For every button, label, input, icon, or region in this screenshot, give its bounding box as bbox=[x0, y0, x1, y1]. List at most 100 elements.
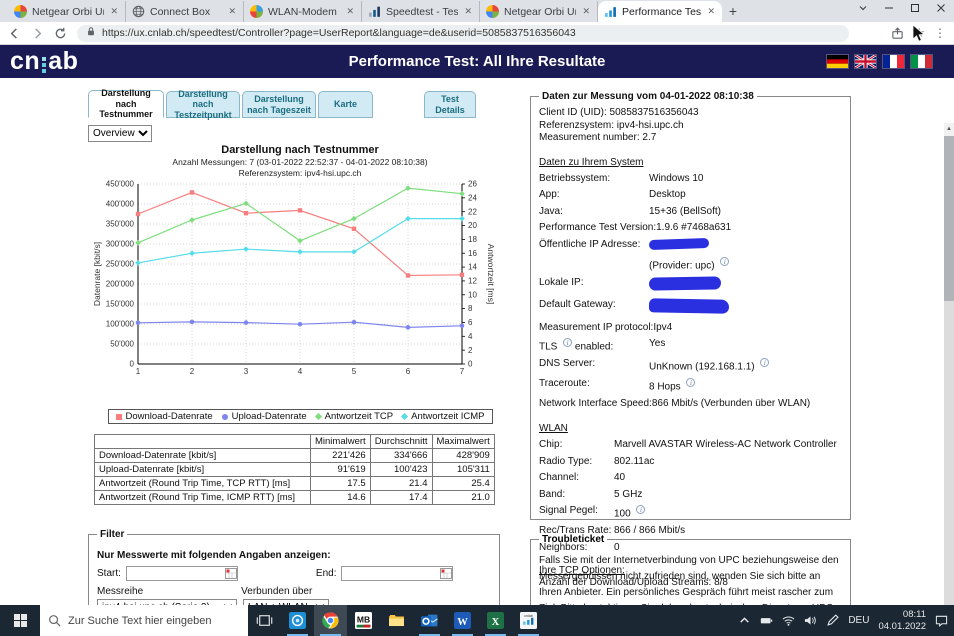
detail-row: TLS i enabled:Yes bbox=[539, 338, 842, 353]
forward-icon[interactable] bbox=[31, 27, 44, 40]
detail-value: 100 i bbox=[614, 505, 645, 520]
tab-test-details[interactable]: Test Details bbox=[424, 91, 476, 118]
wifi-icon[interactable] bbox=[782, 614, 795, 627]
detail-label: Measurement IP protocol: bbox=[539, 322, 653, 334]
svg-text:0: 0 bbox=[468, 360, 473, 369]
share-icon[interactable] bbox=[891, 27, 904, 40]
svg-text:8: 8 bbox=[468, 304, 473, 313]
lock-icon[interactable] bbox=[86, 24, 96, 42]
client-id: Client ID (UID): 5085837516356043 bbox=[539, 107, 842, 119]
maximize-button[interactable] bbox=[902, 0, 928, 22]
tab-close-icon[interactable]: ✕ bbox=[345, 6, 355, 17]
tab-search-chevron-icon[interactable] bbox=[850, 0, 876, 22]
chrome-taskbar-icon[interactable] bbox=[314, 605, 347, 636]
svg-text:5: 5 bbox=[352, 367, 357, 376]
start-button[interactable] bbox=[0, 605, 40, 636]
detail-row: DNS Server:UnKnown (192.168.1.1) i bbox=[539, 358, 842, 373]
new-tab-button[interactable]: + bbox=[722, 1, 744, 22]
tray-chevron-icon[interactable] bbox=[738, 614, 751, 627]
calendar-icon[interactable] bbox=[440, 568, 452, 579]
legend-item: Antwortzeit ICMP bbox=[402, 411, 484, 422]
browser-tab[interactable]: Connect Box✕ bbox=[126, 1, 244, 22]
scrollbar-thumb[interactable] bbox=[944, 136, 954, 301]
detail-label: Öffentliche IP Adresse: bbox=[539, 239, 649, 253]
tab-close-icon[interactable]: ✕ bbox=[706, 6, 716, 17]
reload-icon[interactable] bbox=[54, 27, 67, 40]
battery-icon[interactable] bbox=[760, 614, 773, 627]
french-flag-icon[interactable] bbox=[883, 55, 904, 68]
tab-close-icon[interactable]: ✕ bbox=[109, 6, 119, 17]
tab-darstellung-nach-testnummer[interactable]: Darstellung nach Testnummer bbox=[88, 90, 164, 118]
globe-icon bbox=[132, 5, 145, 18]
task-view-taskbar-icon[interactable] bbox=[248, 605, 281, 636]
windows-taskbar: Zur Suche Text hier eingeben MB WXcnlab D… bbox=[0, 605, 954, 636]
window-controls bbox=[850, 0, 954, 22]
system-heading: Daten zu Ihrem System bbox=[539, 157, 842, 168]
taskbar-clock[interactable]: 08:11 04.01.2022 bbox=[878, 609, 926, 633]
excel-taskbar-icon[interactable]: X bbox=[479, 605, 512, 636]
info-icon[interactable]: i bbox=[563, 338, 572, 347]
svg-text:2: 2 bbox=[468, 346, 473, 355]
detail-value: 5 GHz bbox=[614, 489, 642, 501]
row-label: Download-Datenrate [kbit/s] bbox=[95, 449, 311, 463]
detail-row: Lokale IP: bbox=[539, 277, 842, 294]
url-field[interactable]: https://ux.cnlab.ch/speedtest/Controller… bbox=[77, 25, 849, 42]
menu-kebab-icon[interactable]: ⋮ bbox=[934, 26, 946, 40]
taskbar-search[interactable]: Zur Suche Text hier eingeben bbox=[40, 605, 248, 636]
volume-icon[interactable] bbox=[804, 614, 817, 627]
row-value: 428'909 bbox=[432, 449, 494, 463]
svg-text:20: 20 bbox=[468, 221, 477, 230]
scroll-up-arrow-icon[interactable]: ▲ bbox=[944, 123, 954, 136]
browser-tab[interactable]: Netgear Orbi Unterbrüch✕ bbox=[480, 1, 598, 22]
detail-value: 866 Mbit/s (Verbunden über WLAN) bbox=[652, 398, 810, 410]
info-icon[interactable]: i bbox=[760, 358, 769, 367]
tab-close-icon[interactable]: ✕ bbox=[227, 6, 237, 17]
back-icon[interactable] bbox=[8, 27, 21, 40]
english-flag-icon[interactable] bbox=[855, 55, 876, 68]
svg-text:400'000: 400'000 bbox=[106, 200, 135, 209]
minimize-button[interactable] bbox=[876, 0, 902, 22]
browser-tab[interactable]: Netgear Orbi Unterbrüche✕ bbox=[8, 1, 126, 22]
info-icon[interactable]: i bbox=[720, 257, 729, 266]
word-taskbar-icon[interactable]: W bbox=[446, 605, 479, 636]
detail-label: Java: bbox=[539, 206, 649, 218]
row-label: Antwortzeit (Round Trip Time, ICMP RTT) … bbox=[95, 491, 311, 505]
language-indicator[interactable]: DEU bbox=[848, 615, 869, 626]
file-explorer-taskbar-icon[interactable] bbox=[380, 605, 413, 636]
system-tray: DEU 08:11 04.01.2022 bbox=[738, 609, 954, 633]
detail-label: Channel: bbox=[539, 472, 614, 484]
calendar-icon[interactable] bbox=[225, 568, 237, 579]
tab-close-icon[interactable]: ✕ bbox=[463, 6, 473, 17]
italian-flag-icon[interactable] bbox=[911, 55, 932, 68]
notification-center-icon[interactable] bbox=[935, 614, 948, 627]
german-flag-icon[interactable] bbox=[827, 55, 848, 68]
start-date-input[interactable] bbox=[126, 566, 238, 581]
close-window-button[interactable] bbox=[928, 0, 954, 22]
detail-label: Band: bbox=[539, 489, 614, 501]
table-row: Download-Datenrate [kbit/s]221'426334'66… bbox=[95, 449, 495, 463]
browser-tab[interactable]: WLAN-Modem Giga Conn✕ bbox=[244, 1, 362, 22]
pen-icon[interactable] bbox=[826, 614, 839, 627]
overview-select[interactable]: Overview bbox=[88, 125, 152, 142]
browser-tab[interactable]: Performance Test: All Ihre✕ bbox=[598, 1, 722, 22]
page-scrollbar[interactable]: ▲ bbox=[944, 123, 954, 605]
svg-text:Antwortzeit [ms]: Antwortzeit [ms] bbox=[486, 244, 494, 304]
table-header-row: MinimalwertDurchschnittMaximalwert bbox=[95, 435, 495, 449]
end-date-input[interactable] bbox=[341, 566, 453, 581]
tab-karte[interactable]: Karte bbox=[318, 91, 373, 118]
tab-darstellung-nach-testzeitpunkt[interactable]: Darstellung nach Testzeitpunkt bbox=[166, 91, 240, 118]
details-column: Daten zur Messung vom 04-01-2022 08:10:3… bbox=[530, 91, 851, 605]
svg-text:4: 4 bbox=[298, 367, 303, 376]
outlook-taskbar-icon[interactable] bbox=[413, 605, 446, 636]
info-icon[interactable]: i bbox=[636, 505, 645, 514]
browser-tab[interactable]: Speedtest - Testen Sie Ihre✕ bbox=[362, 1, 480, 22]
info-icon[interactable]: i bbox=[686, 378, 695, 387]
tab-close-icon[interactable]: ✕ bbox=[581, 6, 591, 17]
row-value: 100'423 bbox=[370, 463, 432, 477]
tab-darstellung-nach-tageszeit[interactable]: Darstellung nach Tageszeit bbox=[242, 91, 316, 118]
legend-label: Upload-Datenrate bbox=[232, 411, 307, 422]
detail-value bbox=[649, 277, 721, 294]
cortana-taskbar-icon[interactable] bbox=[281, 605, 314, 636]
cnlab-taskbar-icon[interactable]: cnlab bbox=[512, 605, 545, 636]
mb-app-taskbar-icon[interactable]: MB bbox=[347, 605, 380, 636]
